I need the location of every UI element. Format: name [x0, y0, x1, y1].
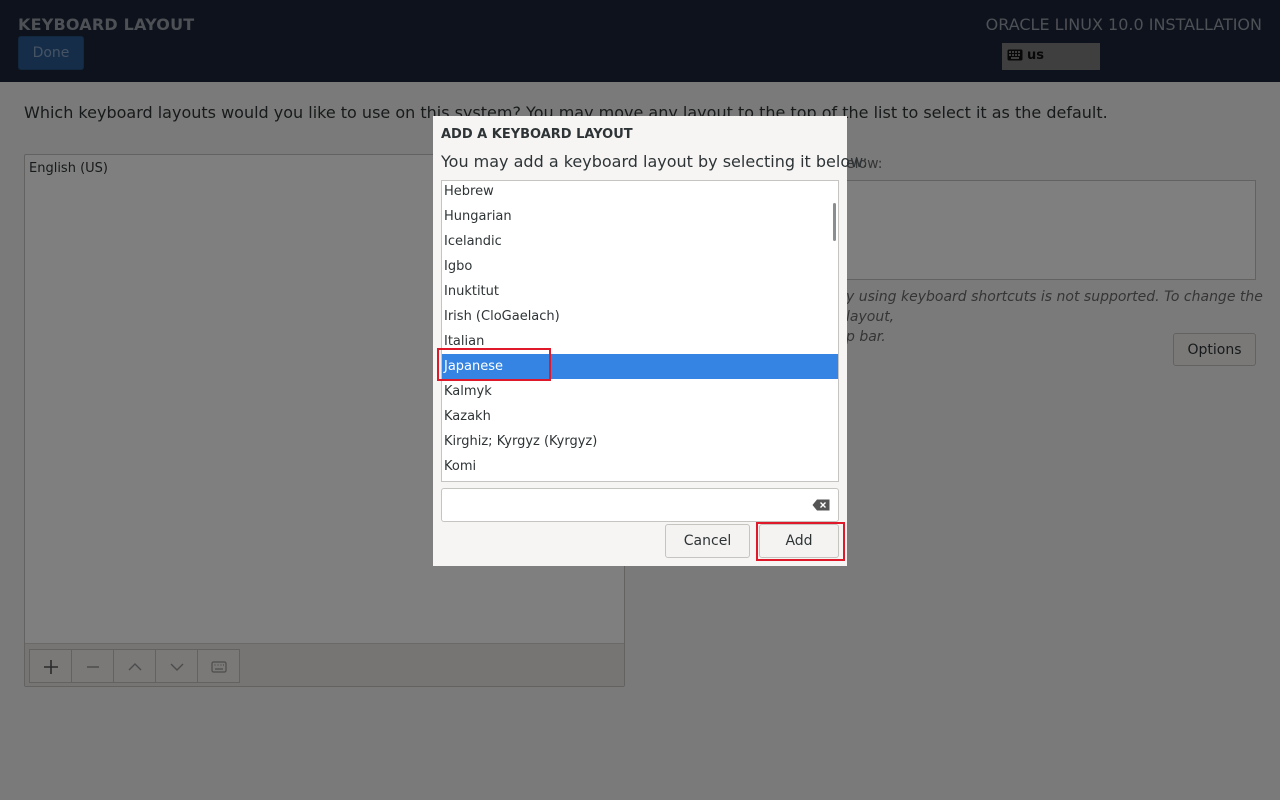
list-item[interactable]: Kalmyk	[442, 379, 838, 404]
add-layout-dialog: ADD A KEYBOARD LAYOUT You may add a keyb…	[433, 116, 868, 566]
list-item[interactable]: Kazakh	[442, 404, 838, 429]
list-item[interactable]: Irish (CloGaelach)	[442, 304, 838, 329]
layout-options-list[interactable]: Hebrew Hungarian Icelandic Igbo Inuktitu…	[441, 180, 839, 482]
add-button[interactable]: Add	[759, 524, 839, 558]
list-item[interactable]: Hebrew	[442, 181, 838, 204]
layout-search-field[interactable]	[441, 488, 839, 522]
dialog-subtitle: You may add a keyboard layout by selecti…	[441, 152, 868, 171]
list-item[interactable]: Icelandic	[442, 229, 838, 254]
list-item[interactable]: Kirghiz; Kyrgyz (Kyrgyz)	[442, 429, 838, 454]
clear-icon[interactable]	[812, 499, 830, 511]
list-item-selected[interactable]: Japanese	[442, 354, 838, 379]
list-item[interactable]: Inuktitut	[442, 279, 838, 304]
list-item[interactable]: Hungarian	[442, 204, 838, 229]
list-item[interactable]: Italian	[442, 329, 838, 354]
dialog-title: ADD A KEYBOARD LAYOUT	[441, 127, 633, 142]
list-item[interactable]: Igbo	[442, 254, 838, 279]
layout-search-input[interactable]	[448, 495, 808, 515]
list-item[interactable]: Komi	[442, 454, 838, 479]
cancel-button[interactable]: Cancel	[665, 524, 750, 558]
list-scrollbar[interactable]	[833, 203, 836, 241]
